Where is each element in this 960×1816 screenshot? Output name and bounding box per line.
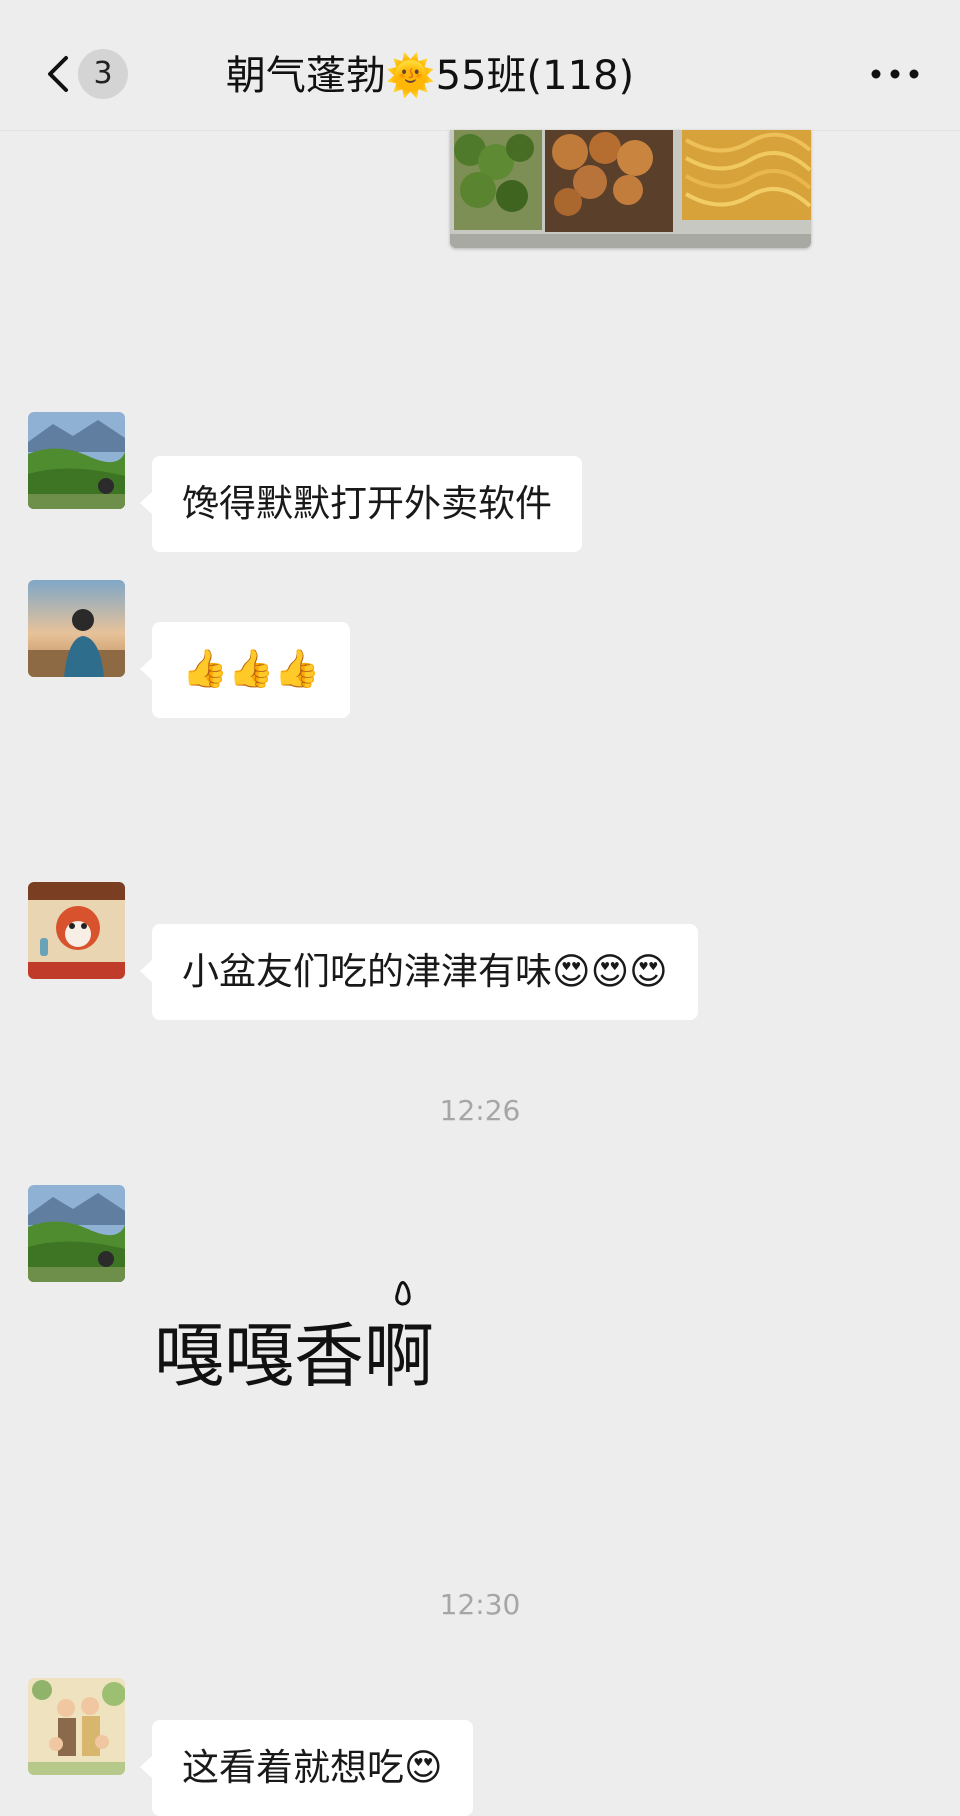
avatar-person-image: [28, 580, 125, 677]
timestamp: 12:26: [439, 1094, 521, 1127]
handwritten-sticker: 嘎嘎香啊: [154, 1281, 434, 1397]
avatar-landscape-image: [28, 1185, 125, 1282]
sticker-message[interactable]: 嘎嘎香啊: [150, 1270, 450, 1430]
chat-title: 朝气蓬勃🌞55班(118): [225, 53, 635, 99]
avatar[interactable]: [28, 882, 125, 979]
more-icon[interactable]: [860, 52, 930, 96]
avatar[interactable]: [28, 412, 125, 509]
message-bubble[interactable]: 这看着就想吃😍: [140, 1720, 473, 1816]
avatar-family-image: [28, 1678, 125, 1775]
avatar[interactable]: [28, 1185, 125, 1282]
sticker-text: 嘎嘎香啊: [154, 1315, 434, 1397]
message-bubble[interactable]: 小盆友们吃的津津有味😍😍😍: [140, 924, 698, 1020]
back-chevron-icon: [48, 56, 68, 92]
unread-badge: 3: [78, 49, 128, 99]
message-text: 小盆友们吃的津津有味😍😍😍: [182, 950, 668, 993]
thumbs-up-icon: 👍👍👍: [182, 646, 321, 690]
avatar[interactable]: [28, 1678, 125, 1775]
message-text: 这看着就想吃😍: [182, 1746, 443, 1789]
avatar-mascot-image: [28, 882, 125, 979]
food-photo: [450, 130, 811, 248]
chat-header: 3 朝气蓬勃🌞55班(118): [0, 0, 960, 150]
avatar[interactable]: [28, 580, 125, 677]
message-bubble[interactable]: 馋得默默打开外卖软件: [140, 456, 582, 552]
timestamp: 12:30: [439, 1588, 521, 1621]
food-photo-message[interactable]: [450, 130, 811, 248]
avatar-landscape-image: [28, 412, 125, 509]
message-text: 馋得默默打开外卖软件: [182, 482, 552, 525]
message-bubble[interactable]: 👍👍👍: [139, 622, 351, 718]
back-button[interactable]: 3: [28, 42, 138, 108]
